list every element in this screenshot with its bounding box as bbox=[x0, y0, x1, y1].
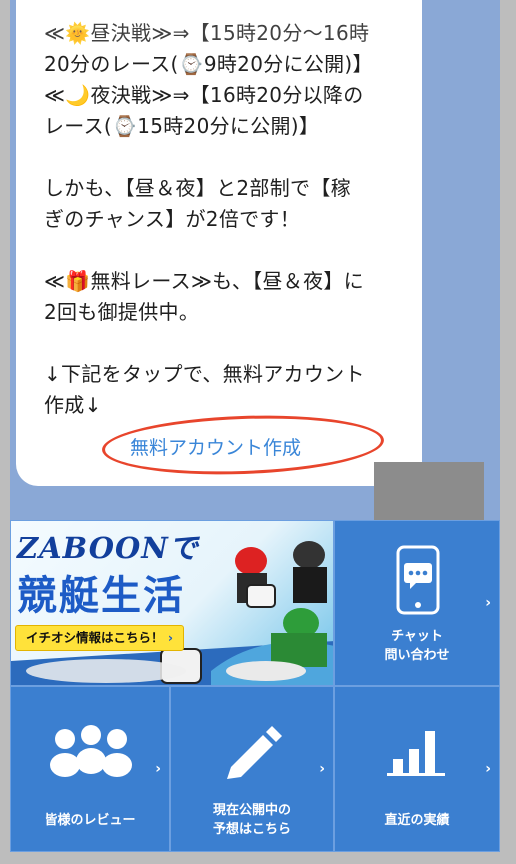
banner-title: 競艇生活 bbox=[17, 572, 185, 619]
chevron-right-icon: › bbox=[485, 595, 491, 611]
zaboon-logo: ZABOONで bbox=[17, 531, 199, 565]
recent-results-tile[interactable]: 直近の実績 › bbox=[334, 686, 500, 852]
message-line: ≪🌞昼決戦≫⇒【15時20分～16時 bbox=[44, 21, 370, 45]
message-line: 2回も御提供中。 bbox=[44, 300, 200, 324]
people-icon bbox=[50, 725, 132, 777]
chevron-right-icon: › bbox=[155, 761, 161, 777]
banner-cta-button[interactable]: イチオシ情報はこちら！ › bbox=[15, 625, 185, 651]
chat-inquiry-label: チャット 問い合わせ bbox=[335, 627, 499, 665]
chat-inquiry-tile[interactable]: チャット 問い合わせ › bbox=[334, 520, 500, 686]
message-line: 作成↓ bbox=[44, 393, 102, 417]
chevron-right-icon: › bbox=[319, 761, 325, 777]
predictions-label-line1: 現在公開中の bbox=[212, 803, 291, 818]
reviews-label: 皆様のレビュー bbox=[44, 813, 136, 828]
message-text: ≪🌞昼決戦≫⇒【15時20分～16時 20分のレース(⌚9時20分に公開)】 ≪… bbox=[44, 18, 424, 421]
predictions-tile[interactable]: 現在公開中の 予想はこちら › bbox=[170, 686, 334, 852]
predictions-label-line2: 予想はこちら bbox=[212, 822, 291, 837]
message-line: 20分のレース(⌚9時20分に公開)】 bbox=[44, 52, 373, 76]
chat-icon bbox=[396, 545, 440, 615]
message-line: ≪🌙夜決戦≫⇒【16時20分以降の bbox=[44, 83, 364, 107]
message-line: ↓下記をタップで、無料アカウント bbox=[44, 362, 365, 386]
banner-cta-label: イチオシ情報はこちら！ bbox=[26, 630, 164, 645]
zaboon-banner[interactable]: ZABOONで 競艇生活 イチオシ情報はこちら！ › bbox=[10, 520, 334, 686]
message-line: ≪🎁無料レース≫も、【昼＆夜】に bbox=[44, 269, 364, 293]
create-free-account-link[interactable]: 無料アカウント作成 bbox=[130, 433, 301, 460]
message-line: レース(⌚15時20分に公開)】 bbox=[44, 114, 320, 138]
reviews-tile[interactable]: 皆様のレビュー › bbox=[10, 686, 170, 852]
recent-results-label: 直近の実績 bbox=[384, 813, 450, 828]
pencil-icon bbox=[227, 726, 282, 779]
chevron-right-icon: › bbox=[167, 630, 174, 645]
overlay-block bbox=[374, 462, 484, 524]
message-line: しかも、【昼＆夜】と2部制で【稼 bbox=[44, 176, 351, 200]
rich-menu: ZABOONで 競艇生活 イチオシ情報はこちら！ › チャット 問い合わせ › bbox=[10, 520, 500, 852]
message-line: ぎのチャンス】が2倍です！ bbox=[44, 207, 301, 231]
chat-label-text: チャット 問い合わせ bbox=[384, 629, 450, 663]
predictions-label: 現在公開中の 予想はこちら bbox=[171, 801, 333, 839]
chevron-right-icon: › bbox=[485, 761, 491, 777]
bar-chart-icon bbox=[387, 731, 445, 776]
